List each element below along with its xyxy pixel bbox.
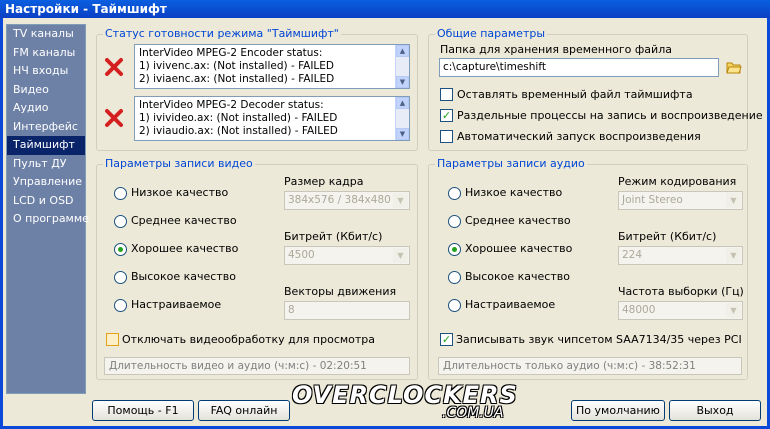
sidebar-item-video[interactable]: Видео [7,81,85,100]
faq-online-button[interactable]: FAQ онлайн [198,400,290,421]
video-quality-custom-label: Настраиваемое [131,298,222,311]
video-quality-high-radio[interactable] [114,271,127,284]
sidebar-item-control[interactable]: Управление [7,173,85,192]
audio-bitrate-label: Битрейт (Кбит/с) [618,230,717,243]
scroll-up-icon[interactable]: ▲ [396,45,409,57]
frame-size-label: Размер кадра [284,175,364,188]
sample-rate-value: 48000 [622,304,656,316]
motion-vectors-input[interactable]: 8 [284,301,410,320]
sidebar-item-remote[interactable]: Пульт ДУ [7,155,85,174]
sidebar-item-lf-inputs[interactable]: НЧ входы [7,62,85,81]
video-quality-low-label: Низкое качество [131,186,229,199]
audio-bitrate-value: 224 [622,249,643,261]
auto-playback-checkbox[interactable] [440,130,453,143]
sidebar-item-interface[interactable]: Интерфейс [7,118,85,137]
decoder-status-line1: InterVideo MPEG-2 Decoder status: [139,99,324,111]
keep-temp-label: Оставлять временный файл таймшифта [457,88,693,101]
sample-rate-label: Частота выборки (Гц) [618,285,744,298]
video-quality-good-label: Хорошее качество [131,242,239,255]
audio-quality-good-label: Хорошее качество [465,242,573,255]
sidebar-item-about[interactable]: О программе [7,210,89,229]
status-group-title: Статус готовности режима "Таймшифт" [103,27,341,40]
help-button[interactable]: Помощь - F1 [92,400,194,421]
frame-size-value: 384x576 / 384x480 [288,194,391,206]
audio-quality-low-label: Низкое качество [465,186,563,199]
encoder-status-line2: 1) ivivenc.ax: (Not installed) - FAILED [139,60,334,72]
audio-duration-readout: Длительность только аудио (ч:м:с) - 38:5… [438,357,742,375]
encoding-mode-label: Режим кодирования [618,175,737,188]
video-quality-good-radio[interactable] [114,243,127,256]
audio-quality-good-radio[interactable] [448,243,461,256]
video-quality-medium-label: Среднее качество [131,214,237,227]
chevron-down-icon[interactable]: ▼ [393,193,408,208]
window-title: Настройки - Таймшифт [0,0,770,18]
defaults-button[interactable]: По умолчанию [571,400,665,421]
audio-quality-medium-label: Среднее качество [465,214,571,227]
saa-chipset-checkbox[interactable]: ✓ [440,333,453,346]
scroll-down-icon[interactable]: ▼ [396,76,409,88]
chevron-down-icon[interactable]: ▼ [393,248,408,263]
scroll-up-icon[interactable]: ▲ [396,97,409,109]
chevron-down-icon[interactable]: ▼ [726,193,741,208]
video-quality-high-label: Высокое качество [131,270,236,283]
separate-processes-label: Раздельные процессы на запись и воспроиз… [457,109,763,122]
chevron-down-icon[interactable]: ▼ [726,303,741,318]
disable-processing-checkbox[interactable] [106,333,119,346]
video-bitrate-label: Битрейт (Кбит/с) [284,230,383,243]
sidebar-item-timeshift[interactable]: Таймшифт [7,136,85,155]
frame-size-select[interactable]: 384x576 / 384x480 ▼ [284,191,410,210]
video-bitrate-select[interactable]: 4500 ▼ [284,246,410,265]
settings-sidebar: TV каналы FM каналы НЧ входы Видео Аудио… [6,24,89,394]
separate-processes-checkbox[interactable]: ✓ [440,109,453,122]
encoder-status-line1: InterVideo MPEG-2 Encoder status: [139,47,323,59]
scroll-down-icon[interactable]: ▼ [396,128,409,140]
exit-button[interactable]: Выход [669,400,761,421]
sidebar-item-lcd-osd[interactable]: LCD и OSD [7,192,85,211]
fail-icon [105,58,123,76]
encoding-mode-select[interactable]: Joint Stereo ▼ [618,191,743,210]
decoder-status-line3: 2) iviaudio.ax: (Not installed) - FAILED [139,125,338,137]
audio-quality-low-radio[interactable] [448,187,461,200]
saa-chipset-label: Записывать звук чипсетом SAA7134/35 чере… [456,333,742,346]
disable-processing-label: Отключать видеообработку для просмотра [122,333,376,346]
chevron-down-icon[interactable]: ▼ [726,248,741,263]
fail-icon [105,109,123,127]
folder-path-input[interactable]: c:\capture\timeshift [439,58,719,77]
keep-temp-checkbox[interactable] [440,88,453,101]
video-group-title: Параметры записи видео [103,157,255,170]
auto-playback-label: Автоматический запуск воспроизведения [457,130,701,143]
video-quality-custom-radio[interactable] [114,299,127,312]
decoder-status-box: InterVideo MPEG-2 Decoder status: 1) ivi… [134,96,410,141]
site-watermark: OVERCLOCKERS .COM.UA [292,381,572,427]
motion-vectors-label: Векторы движения [284,285,397,298]
folder-label: Папка для хранения временного файла [440,43,672,56]
audio-group-title: Параметры записи аудио [435,157,587,170]
video-duration-readout: Длительность видео и аудио (ч:м:с) - 02:… [104,357,410,375]
audio-quality-custom-radio[interactable] [448,299,461,312]
decoder-scrollbar[interactable]: ▲ ▼ [395,97,409,140]
encoding-mode-value: Joint Stereo [622,194,683,206]
folder-icon[interactable] [726,61,742,74]
sidebar-item-audio[interactable]: Аудио [7,99,85,118]
watermark-sub: .COM.UA [442,405,504,421]
sidebar-item-tv-channels[interactable]: TV каналы [7,25,85,44]
decoder-status-line2: 1) ivivideo.ax: (Not installed) - FAILED [139,112,338,124]
sidebar-item-fm-channels[interactable]: FM каналы [7,44,85,63]
audio-bitrate-select[interactable]: 224 ▼ [618,246,743,265]
encoder-scrollbar[interactable]: ▲ ▼ [395,45,409,88]
audio-quality-high-label: Высокое качество [465,270,570,283]
encoder-status-box: InterVideo MPEG-2 Encoder status: 1) ivi… [134,44,410,89]
video-quality-low-radio[interactable] [114,187,127,200]
sample-rate-select[interactable]: 48000 ▼ [618,301,743,320]
video-quality-medium-radio[interactable] [114,215,127,228]
audio-quality-medium-radio[interactable] [448,215,461,228]
audio-quality-custom-label: Настраиваемое [465,298,556,311]
general-group-title: Общие параметры [435,27,548,40]
video-bitrate-value: 4500 [288,249,315,261]
encoder-status-line3: 2) iviaenc.ax: (Not installed) - FAILED [139,73,335,85]
audio-quality-high-radio[interactable] [448,271,461,284]
